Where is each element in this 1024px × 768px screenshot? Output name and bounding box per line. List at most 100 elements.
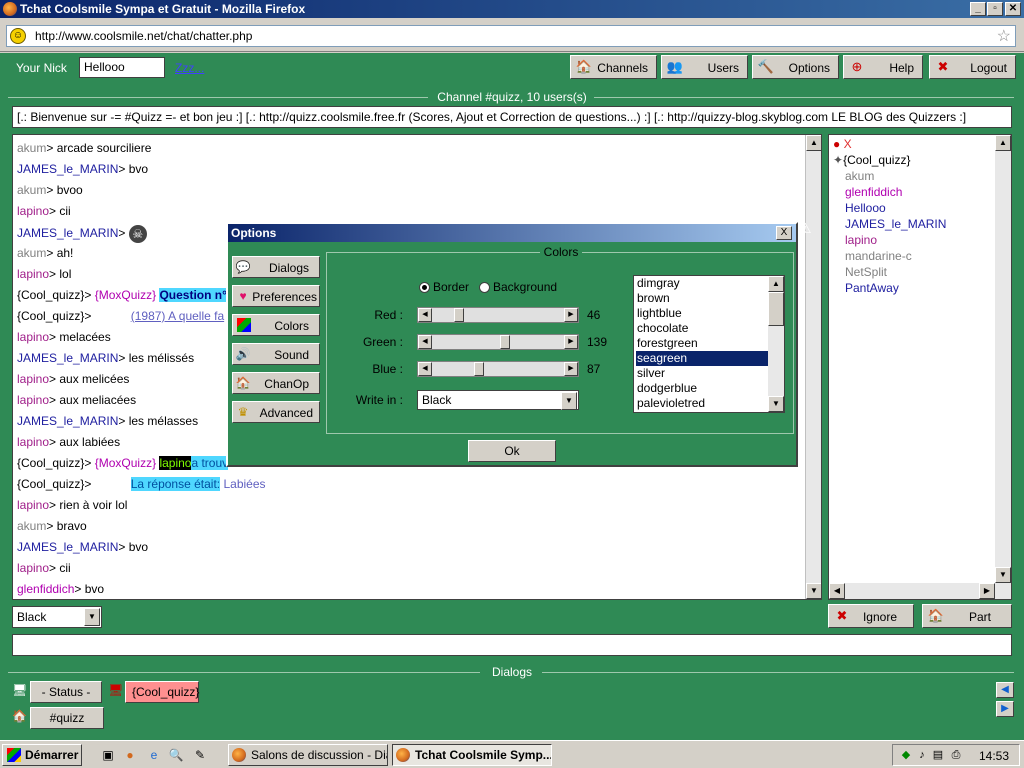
preferences-tab-button[interactable]: ♥ Preferences — [232, 285, 320, 307]
users-button[interactable]: 👥 Users — [661, 55, 748, 79]
scroll-down-button[interactable]: ▼ — [995, 567, 1011, 583]
color-option[interactable]: brown — [636, 291, 768, 306]
scroll-up-button[interactable]: ▲ — [768, 276, 784, 292]
chat-nick[interactable]: JAMES_le_MARIN — [17, 162, 118, 176]
colors-tab-button[interactable]: Colors — [232, 314, 320, 336]
scroll-up-button[interactable]: ▲ — [995, 135, 1011, 151]
chat-nick[interactable]: {Cool_quizz} — [17, 309, 84, 323]
options-close-button[interactable]: X — [776, 226, 792, 240]
ie-icon[interactable]: e — [146, 747, 162, 763]
chat-nick[interactable]: {Cool_quizz} — [17, 456, 84, 470]
userlist-scrollbar[interactable]: ▲ ▼ — [995, 135, 1011, 583]
taskbar-task-tchat[interactable]: Tchat Coolsmile Symp... — [392, 744, 552, 766]
user-item[interactable]: NetSplit — [845, 265, 887, 279]
slider-left-button[interactable]: ◀ — [418, 308, 432, 322]
color-option[interactable]: forestgreen — [636, 336, 768, 351]
user-item[interactable]: mandarine-c — [845, 249, 912, 263]
chat-nick[interactable]: JAMES_le_MARIN — [17, 414, 118, 428]
color-name-list[interactable]: dimgray brown lightblue chocolate forest… — [633, 275, 785, 413]
write-in-select[interactable]: Black ▼ — [417, 390, 579, 410]
red-slider-thumb[interactable] — [454, 308, 464, 322]
color-option[interactable]: silver — [636, 366, 768, 381]
user-item[interactable]: glenfiddich — [845, 185, 902, 199]
color-option[interactable]: dimgray — [636, 276, 768, 291]
chat-nick[interactable]: akum — [17, 246, 46, 260]
blue-slider-thumb[interactable] — [474, 362, 484, 376]
scroll-down-button[interactable]: ▼ — [768, 396, 784, 412]
scroll-right-button[interactable]: ▶ — [979, 583, 995, 599]
bookmark-star-icon[interactable]: ☆ — [997, 26, 1011, 46]
user-item[interactable]: akum — [845, 169, 874, 183]
ok-button[interactable]: Ok — [468, 440, 556, 462]
color-option[interactable]: chocolate — [636, 321, 768, 336]
close-button[interactable]: ✕ — [1005, 2, 1021, 16]
color-option[interactable]: dodgerblue — [636, 381, 768, 396]
slider-left-button[interactable]: ◀ — [418, 362, 432, 376]
cool-quizz-tab[interactable]: {Cool_quizz} — [125, 681, 199, 703]
red-slider[interactable]: ◀ ▶ — [417, 307, 579, 323]
chat-nick[interactable]: akum — [17, 183, 46, 197]
green-slider[interactable]: ◀ ▶ — [417, 334, 579, 350]
message-input[interactable] — [12, 634, 1012, 656]
background-radio[interactable] — [479, 282, 490, 293]
taskbar-task-dialogs[interactable]: Salons de discussion - Dial... — [228, 744, 388, 766]
dialogs-prev-button[interactable]: ◀ — [996, 682, 1014, 698]
maximize-button[interactable]: ▫ — [987, 2, 1003, 16]
chat-nick[interactable]: akum — [17, 141, 46, 155]
slider-left-button[interactable]: ◀ — [418, 335, 432, 349]
chat-nick[interactable]: {Cool_quizz} — [17, 477, 84, 491]
chat-nick[interactable]: lapino — [17, 204, 49, 218]
color-list-scrollbar[interactable]: ▲ ▼ — [768, 276, 784, 412]
scroll-down-button[interactable]: ▼ — [806, 583, 821, 599]
tool-icon[interactable]: ✎ — [192, 747, 208, 763]
away-link[interactable]: Zzz... — [175, 61, 204, 75]
userlist-hscrollbar[interactable]: ◀ ▶ — [829, 583, 1011, 599]
minimize-button[interactable]: _ — [970, 2, 986, 16]
color-option-selected[interactable]: seagreen — [636, 351, 768, 366]
part-button[interactable]: 🏠 Part — [922, 604, 1012, 628]
chat-nick[interactable]: glenfiddich — [17, 582, 74, 596]
green-slider-thumb[interactable] — [500, 335, 510, 349]
user-item[interactable]: Hellooo — [845, 201, 886, 215]
logout-button[interactable]: ✖ Logout — [929, 55, 1016, 79]
help-button[interactable]: ⊕ Help — [843, 55, 923, 79]
network-icon[interactable]: ◆ — [899, 748, 913, 762]
user-item[interactable]: PantAway — [845, 281, 899, 295]
nick-input[interactable]: Hellooo — [79, 57, 165, 78]
scroll-left-button[interactable]: ◀ — [829, 583, 845, 599]
search-icon[interactable]: 🔍 — [168, 747, 184, 763]
start-button[interactable]: Démarrer — [2, 744, 82, 766]
tray-printer-icon[interactable]: ⎙ — [949, 748, 963, 762]
scroll-up-button[interactable]: ▲ — [806, 135, 821, 151]
chat-nick[interactable]: lapino — [17, 330, 49, 344]
desktop-icon[interactable]: ▣ — [100, 747, 116, 763]
scroll-thumb[interactable] — [768, 292, 784, 326]
dialogs-next-button[interactable]: ▶ — [996, 701, 1014, 717]
firefox-quicklaunch-icon[interactable]: ● — [122, 747, 138, 763]
slider-right-button[interactable]: ▶ — [564, 362, 578, 376]
color-option[interactable]: lightblue — [636, 306, 768, 321]
chat-nick[interactable]: lapino — [17, 267, 49, 281]
sound-tab-button[interactable]: 🔊 Sound — [232, 343, 320, 365]
slider-right-button[interactable]: ▶ — [564, 308, 578, 322]
options-button[interactable]: 🔨 Options — [752, 55, 839, 79]
chat-nick[interactable]: JAMES_le_MARIN — [17, 351, 118, 365]
chat-nick[interactable]: lapino — [17, 372, 49, 386]
tray-app-icon[interactable]: ▤ — [931, 748, 945, 762]
quizz-channel-tab[interactable]: #quizz — [30, 707, 104, 729]
advanced-tab-button[interactable]: ♛ Advanced — [232, 401, 320, 423]
color-option[interactable]: palevioletred — [636, 396, 768, 411]
chat-nick[interactable]: lapino — [17, 393, 49, 407]
status-tab[interactable]: - Status - — [30, 681, 102, 703]
slider-right-button[interactable]: ▶ — [564, 335, 578, 349]
chat-nick[interactable]: {Cool_quizz} — [17, 288, 84, 302]
channels-button[interactable]: 🏠 Channels — [570, 55, 657, 79]
text-color-select[interactable]: Black ▼ — [12, 606, 102, 628]
chat-nick[interactable]: JAMES_le_MARIN — [17, 226, 118, 240]
chat-scrollbar[interactable]: ▲ ▼ — [805, 135, 821, 599]
chat-nick[interactable]: lapino — [17, 435, 49, 449]
user-item[interactable]: ✦{Cool_quizz} — [833, 153, 910, 167]
close-channel-item[interactable]: ● X — [833, 137, 852, 151]
address-field[interactable]: ☺ http://www.coolsmile.net/chat/chatter.… — [6, 25, 1016, 47]
chanop-tab-button[interactable]: 🏠 ChanOp — [232, 372, 320, 394]
